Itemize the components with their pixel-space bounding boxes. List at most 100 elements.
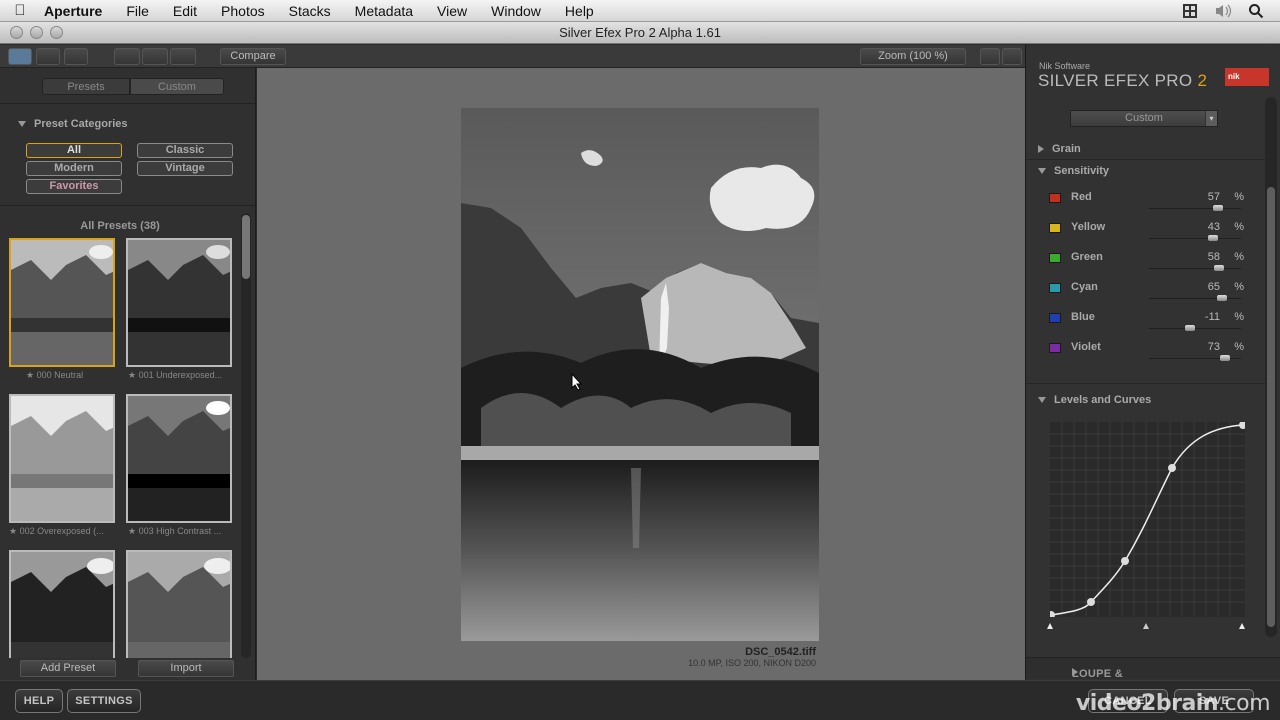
import-button[interactable]: Import xyxy=(138,660,234,677)
preview-canvas[interactable]: DSC_0542.tiff 10.0 MP, ISO 200, NIKON D2… xyxy=(257,68,1025,680)
sensitivity-value[interactable]: 73 xyxy=(1208,341,1220,353)
sensitivity-slider[interactable] xyxy=(1149,268,1241,269)
apple-icon[interactable]:  xyxy=(0,2,40,19)
menu-metadata[interactable]: Metadata xyxy=(343,3,425,19)
fullscreen-icon[interactable] xyxy=(1002,48,1022,65)
menu-window[interactable]: Window xyxy=(479,3,553,19)
levels-curves-section-header[interactable]: Levels and Curves xyxy=(1038,394,1151,406)
slider-knob[interactable] xyxy=(1213,265,1224,271)
preset-thumb-neutral[interactable] xyxy=(9,238,115,367)
preset-thumb-high-contrast[interactable] xyxy=(126,394,232,523)
settings-button[interactable]: SETTINGS xyxy=(67,689,141,713)
left-panel: Presets Custom Preset Categories All Cla… xyxy=(0,68,256,680)
preset-thumb-4[interactable] xyxy=(9,550,115,658)
category-favorites[interactable]: Favorites xyxy=(26,179,122,194)
menu-help[interactable]: Help xyxy=(553,3,606,19)
view-single-icon[interactable] xyxy=(8,48,32,65)
sensitivity-value[interactable]: 57 xyxy=(1208,191,1220,203)
preview-split-vertical-icon[interactable] xyxy=(142,48,168,65)
help-button[interactable]: HELP xyxy=(15,689,63,713)
preset-label-underexposed: ★ 001 Underexposed... xyxy=(128,370,223,380)
white-point-marker[interactable] xyxy=(1239,623,1245,629)
preview-single-icon[interactable] xyxy=(114,48,140,65)
window-title: Silver Efex Pro 2 Alpha 1.61 xyxy=(559,25,721,40)
grain-section-header[interactable]: Grain xyxy=(1038,143,1081,155)
view-split-icon[interactable] xyxy=(36,48,60,65)
close-window-button[interactable] xyxy=(10,26,23,39)
sensitivity-slider[interactable] xyxy=(1149,208,1241,209)
sensitivity-section-header[interactable]: Sensitivity xyxy=(1038,165,1109,177)
sensitivity-label: Blue xyxy=(1071,311,1095,323)
tab-presets[interactable]: Presets xyxy=(42,78,130,95)
slider-knob[interactable] xyxy=(1213,205,1224,211)
slider-knob[interactable] xyxy=(1219,355,1230,361)
sensitivity-row-violet: Violet 73% xyxy=(1049,337,1244,367)
percent-unit: % xyxy=(1234,251,1244,263)
category-all[interactable]: All xyxy=(26,143,122,158)
black-point-marker[interactable] xyxy=(1047,623,1053,629)
disclosure-expanded-icon xyxy=(1038,168,1046,175)
volume-icon[interactable] xyxy=(1214,3,1232,19)
brand-nik-software: Nik Software xyxy=(1039,61,1091,71)
zoom-window-button[interactable] xyxy=(50,26,63,39)
sensitivity-value[interactable]: 58 xyxy=(1208,251,1220,263)
percent-unit: % xyxy=(1234,221,1244,233)
color-swatch xyxy=(1049,253,1061,263)
brand-title: SILVER EFEX PRO 2 xyxy=(1038,71,1208,90)
sensitivity-value[interactable]: -11 xyxy=(1205,311,1220,323)
zoom-button[interactable]: Zoom (100 %) xyxy=(860,48,966,65)
search-icon[interactable] xyxy=(1248,3,1264,19)
levels-curves-graph[interactable] xyxy=(1050,422,1245,617)
menu-view[interactable]: View xyxy=(425,3,479,19)
menu-stacks[interactable]: Stacks xyxy=(277,3,343,19)
preset-thumb-overexposed[interactable] xyxy=(9,394,115,523)
category-vintage[interactable]: Vintage xyxy=(137,161,233,176)
sensitivity-value[interactable]: 43 xyxy=(1208,221,1220,233)
controls-scrollbar[interactable] xyxy=(1265,97,1277,637)
sensitivity-row-blue: Blue -11% xyxy=(1049,307,1244,337)
preset-thumb-underexposed[interactable] xyxy=(126,238,232,367)
control-set-dropdown[interactable]: Custom ▾ xyxy=(1070,110,1218,127)
menu-photos[interactable]: Photos xyxy=(209,3,277,19)
minimize-window-button[interactable] xyxy=(30,26,43,39)
grid-icon[interactable] xyxy=(1182,3,1198,19)
curve-point[interactable] xyxy=(1168,464,1176,472)
preset-label-neutral: ★ 000 Neutral xyxy=(26,370,84,380)
slider-knob[interactable] xyxy=(1185,325,1196,331)
loupe-histogram-header[interactable]: LOUPE & HISTOGRAM xyxy=(1026,657,1280,692)
preview-side-by-side-icon[interactable] xyxy=(170,48,196,65)
sensitivity-label: Cyan xyxy=(1071,281,1098,293)
controls-scrollbar-thumb[interactable] xyxy=(1267,187,1275,627)
menu-file[interactable]: File xyxy=(114,3,161,19)
midpoint-marker[interactable] xyxy=(1143,623,1149,629)
background-light-icon[interactable] xyxy=(980,48,1000,65)
bottom-bar: HELP SETTINGS CANCEL SAVE video2brain.co… xyxy=(0,680,1280,720)
sensitivity-value[interactable]: 65 xyxy=(1208,281,1220,293)
sensitivity-slider[interactable] xyxy=(1149,298,1241,299)
slider-knob[interactable] xyxy=(1216,295,1227,301)
category-classic[interactable]: Classic xyxy=(137,143,233,158)
file-name: DSC_0542.tiff xyxy=(745,646,816,658)
preset-thumb-5[interactable] xyxy=(126,550,232,658)
menu-edit[interactable]: Edit xyxy=(161,3,209,19)
percent-unit: % xyxy=(1234,341,1244,353)
presets-scrollbar-thumb[interactable] xyxy=(242,215,250,279)
view-browser-icon[interactable] xyxy=(64,48,88,65)
compare-button[interactable]: Compare xyxy=(220,48,286,65)
color-swatch xyxy=(1049,193,1061,203)
add-preset-button[interactable]: Add Preset xyxy=(20,660,116,677)
menu-app-name[interactable]: Aperture xyxy=(40,3,114,19)
preview-photo xyxy=(461,108,819,641)
percent-unit: % xyxy=(1234,281,1244,293)
tab-custom[interactable]: Custom xyxy=(130,78,224,95)
curve-point[interactable] xyxy=(1087,598,1095,606)
category-modern[interactable]: Modern xyxy=(26,161,122,176)
toolbar: Compare Zoom (100 %) xyxy=(0,45,1025,68)
sensitivity-row-green: Green 58% xyxy=(1049,247,1244,277)
presets-scrollbar[interactable] xyxy=(241,213,251,658)
preset-categories-header[interactable]: Preset Categories xyxy=(18,118,128,130)
slider-knob[interactable] xyxy=(1207,235,1218,241)
sensitivity-slider[interactable] xyxy=(1149,238,1241,239)
preset-label-high-contrast: ★ 003 High Contrast ... xyxy=(128,526,222,536)
curve-point[interactable] xyxy=(1121,557,1129,565)
